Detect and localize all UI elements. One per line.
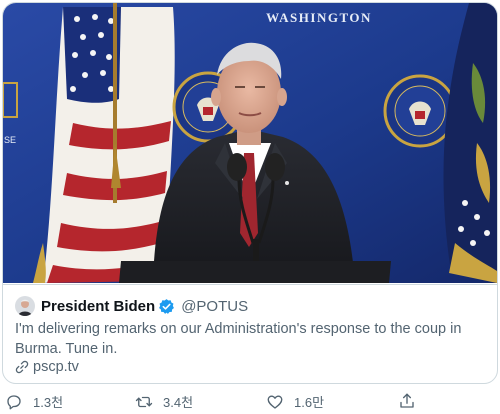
share-icon (400, 393, 414, 408)
backdrop-text: WASHINGTON (266, 10, 372, 25)
author-name[interactable]: President Biden (41, 298, 155, 315)
author-avatar[interactable] (15, 296, 35, 316)
tweet-link[interactable]: pscp.tv (15, 359, 79, 375)
reply-button[interactable]: 1.3천 (5, 392, 63, 411)
share-button[interactable] (398, 392, 426, 410)
podium (119, 261, 391, 283)
like-count: 1.6만 (294, 395, 325, 410)
reply-count: 1.3천 (33, 395, 64, 410)
heart-icon (267, 395, 283, 409)
retweet-button[interactable]: 3.4천 (135, 392, 193, 411)
tweet-actions: 1.3천 3.4천 1.6만 (0, 388, 500, 414)
tweet-media-image[interactable]: WASHINGTON SE (3, 3, 497, 283)
link-label[interactable]: pscp.tv (33, 359, 79, 375)
author-row[interactable]: President Biden @POTUS (15, 295, 248, 317)
retweet-icon (135, 396, 153, 407)
retweet-count: 3.4천 (163, 395, 194, 410)
author-handle[interactable]: @POTUS (181, 298, 248, 315)
press-conference-photo: WASHINGTON SE (3, 3, 497, 283)
verified-badge-icon (158, 298, 175, 315)
side-letters: SE (4, 135, 16, 145)
tweet-card[interactable]: WASHINGTON SE President Biden @POTUS I'm… (2, 2, 498, 384)
like-button[interactable]: 1.6만 (266, 392, 324, 411)
tweet-text: I'm delivering remarks on our Administra… (15, 321, 462, 357)
reply-icon (7, 394, 21, 409)
presidential-seal-right (383, 74, 457, 148)
tweet-content[interactable]: President Biden @POTUS I'm delivering re… (3, 284, 497, 383)
link-icon (15, 360, 29, 374)
